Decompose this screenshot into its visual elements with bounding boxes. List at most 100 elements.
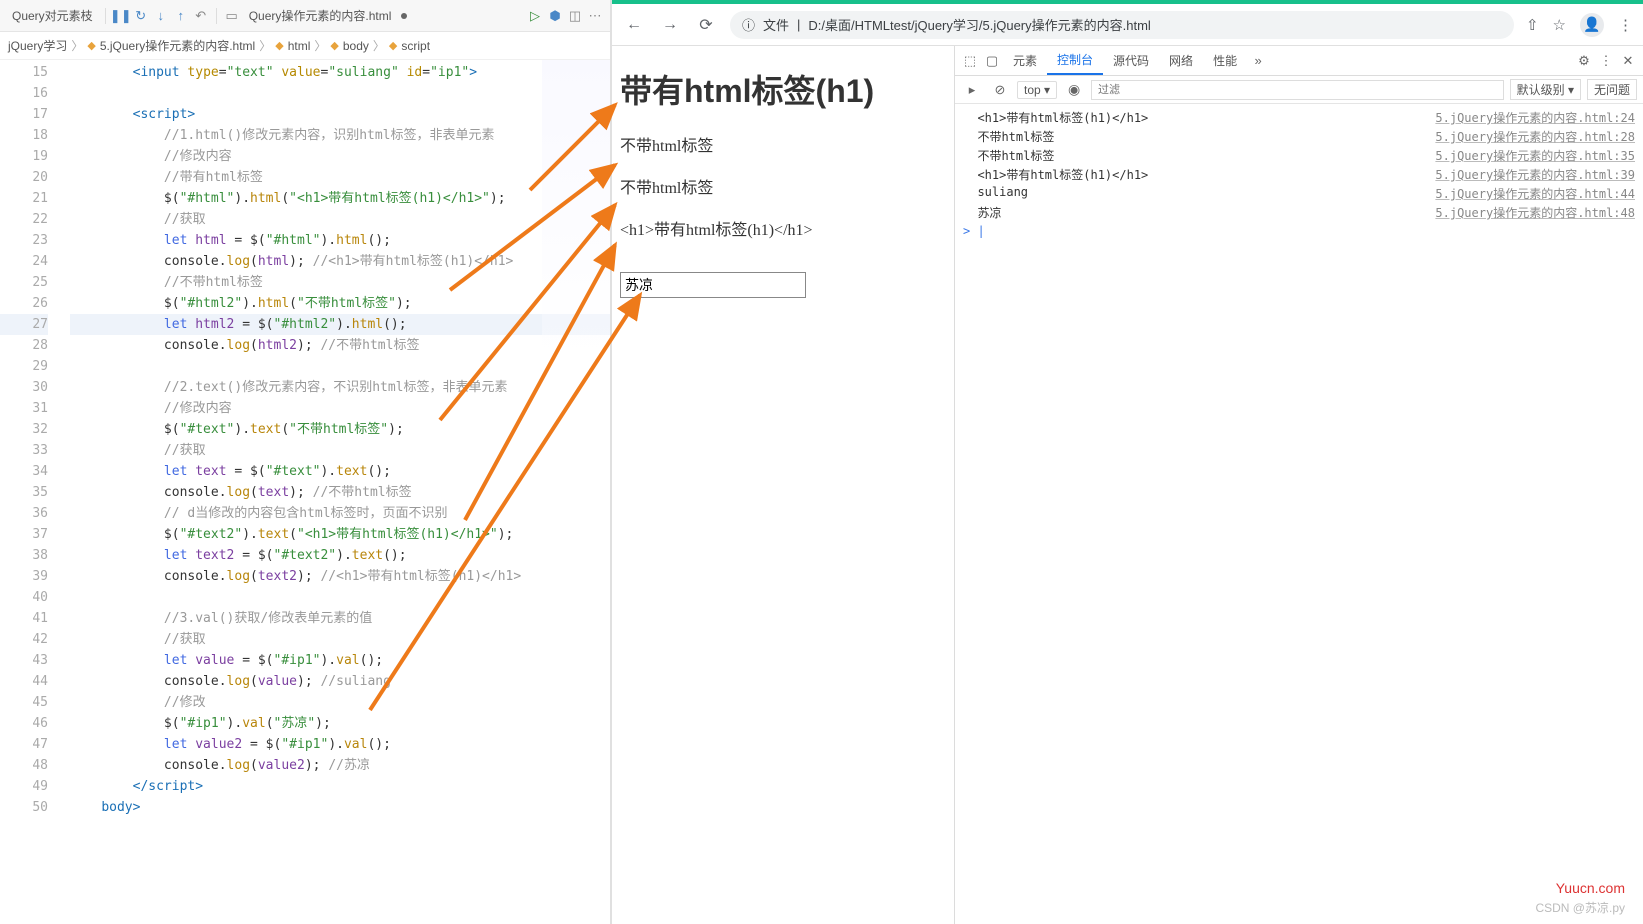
minimap[interactable]	[542, 60, 610, 360]
editor-toolbar: Query对元素枝 ❚❚ ↻ ↓ ↑ ↶ ▭ Query操作元素的内容.html…	[0, 0, 610, 32]
pause-icon[interactable]: ❚❚	[112, 7, 130, 25]
console-row: 苏凉5.jQuery操作元素的内容.html:48	[955, 203, 1643, 222]
more-tabs-icon[interactable]: »	[1247, 53, 1269, 68]
step-out-icon[interactable]: ↑	[172, 7, 190, 25]
line-gutter: 1516171819202122232425262728293031323334…	[0, 60, 60, 818]
console-row: <h1>带有html标签(h1)</h1>5.jQuery操作元素的内容.htm…	[955, 165, 1643, 184]
breadcrumb-script[interactable]: script	[401, 39, 430, 53]
debug-icon[interactable]: ⬢	[546, 7, 564, 25]
address-bar[interactable]: ⓘ 文件 | D:/桌面/HTMLtest/jQuery学习/5.jQuery操…	[730, 11, 1514, 39]
console-source-link[interactable]: 5.jQuery操作元素的内容.html:24	[1435, 109, 1635, 126]
run-icon[interactable]: ▷	[526, 7, 544, 25]
tab-network[interactable]: 网络	[1159, 46, 1203, 75]
browser-toolbar: ← → ⟳ ⓘ 文件 | D:/桌面/HTMLtest/jQuery学习/5.j…	[612, 0, 1643, 46]
console-msg: suliang	[963, 185, 1435, 199]
info-icon[interactable]: ⓘ	[742, 15, 755, 34]
page-row-3: 不带html标签	[620, 174, 946, 198]
content-row: 带有html标签(h1) 不带html标签 不带html标签 <h1>带有htm…	[612, 46, 1643, 924]
rendered-page: 带有html标签(h1) 不带html标签 不带html标签 <h1>带有htm…	[612, 46, 954, 924]
url-sep: |	[797, 17, 800, 32]
browser-pane: ← → ⟳ ⓘ 文件 | D:/桌面/HTMLtest/jQuery学习/5.j…	[612, 0, 1643, 924]
separator	[216, 8, 217, 24]
split-icon[interactable]: ◫	[566, 7, 584, 25]
device-icon[interactable]: ▢	[981, 53, 1003, 69]
console-source-link[interactable]: 5.jQuery操作元素的内容.html:28	[1435, 128, 1635, 145]
url-scheme: 文件	[763, 15, 789, 34]
page-input[interactable]	[620, 272, 806, 298]
watermark-yuucn: Yuucn.com	[1556, 880, 1625, 896]
editor-tab-2[interactable]: Query操作元素的内容.html	[243, 5, 398, 26]
page-row-4: <h1>带有html标签(h1)</h1>	[620, 216, 946, 240]
bookmark-icon[interactable]: ☆	[1553, 16, 1566, 34]
console-msg: 不带html标签	[963, 147, 1435, 164]
tab-console[interactable]: 控制台	[1047, 46, 1103, 75]
editor-tab-1[interactable]: Query对元素枝	[6, 5, 99, 26]
code-editor[interactable]: 1516171819202122232425262728293031323334…	[0, 60, 610, 924]
html-file-icon: ◆	[87, 39, 95, 52]
console-msg: 苏凉	[963, 204, 1435, 221]
forward-button[interactable]: →	[658, 16, 682, 34]
html-tag-icon: ◆	[275, 39, 283, 52]
chevron-right-icon: 〉	[259, 37, 271, 54]
chevron-right-icon: 〉	[314, 37, 326, 54]
code-content[interactable]: <input type="text" value="suliang" id="i…	[70, 62, 610, 818]
close-icon[interactable]: ✕	[1617, 53, 1639, 69]
console-source-link[interactable]: 5.jQuery操作元素的内容.html:35	[1435, 147, 1635, 164]
tab-elements[interactable]: 元素	[1003, 46, 1047, 75]
console-msg: 不带html标签	[963, 128, 1435, 145]
chevron-right-icon: 〉	[373, 37, 385, 54]
profile-avatar[interactable]: 👤	[1580, 13, 1604, 37]
devtools: ⬚ ▢ 元素 控制台 源代码 网络 性能 » ⚙ ⋮ ✕ ▸ ⊘ top ▾ ◉…	[954, 46, 1643, 924]
breadcrumb-body[interactable]: body	[343, 39, 369, 53]
tab-performance[interactable]: 性能	[1203, 46, 1247, 75]
step-into-icon[interactable]: ↓	[152, 7, 170, 25]
console-source-link[interactable]: 5.jQuery操作元素的内容.html:48	[1435, 204, 1635, 221]
reload-button[interactable]: ⟳	[694, 15, 718, 35]
console-row: <h1>带有html标签(h1)</h1>5.jQuery操作元素的内容.htm…	[955, 108, 1643, 127]
console-output[interactable]: <h1>带有html标签(h1)</h1>5.jQuery操作元素的内容.htm…	[955, 104, 1643, 924]
breadcrumb-html[interactable]: html	[288, 39, 311, 53]
clear-icon[interactable]: ⊘	[989, 82, 1011, 98]
level-select[interactable]: 默认级别 ▾	[1510, 79, 1581, 100]
chevron-right-icon: 〉	[71, 37, 83, 54]
eye-icon[interactable]: ◉	[1063, 81, 1085, 98]
sidebar-icon[interactable]: ▸	[961, 82, 983, 98]
context-select[interactable]: top ▾	[1017, 81, 1057, 99]
filter-input[interactable]	[1091, 80, 1504, 100]
breadcrumb-file[interactable]: 5.jQuery操作元素的内容.html	[100, 37, 255, 54]
modified-dot-icon	[401, 13, 407, 19]
watermark-csdn: CSDN @苏凉.py	[1535, 899, 1625, 916]
console-source-link[interactable]: 5.jQuery操作元素的内容.html:39	[1435, 166, 1635, 183]
undo-icon[interactable]: ↶	[192, 7, 210, 25]
share-icon[interactable]: ⇧	[1526, 16, 1539, 34]
more-icon[interactable]: ⋯	[586, 7, 604, 25]
back-button[interactable]: ←	[622, 16, 646, 34]
settings-icon[interactable]: ⚙	[1573, 53, 1595, 69]
console-toolbar: ▸ ⊘ top ▾ ◉ 默认级别 ▾ 无问题	[955, 76, 1643, 104]
kebab-icon[interactable]: ⋮	[1595, 53, 1617, 69]
console-row: 不带html标签5.jQuery操作元素的内容.html:28	[955, 127, 1643, 146]
breadcrumb: jQuery学习 〉 ◆ 5.jQuery操作元素的内容.html 〉 ◆ ht…	[0, 32, 610, 60]
breadcrumb-folder[interactable]: jQuery学习	[8, 37, 67, 54]
console-prompt[interactable]: > |	[955, 222, 1643, 240]
devtools-tabs: ⬚ ▢ 元素 控制台 源代码 网络 性能 » ⚙ ⋮ ✕	[955, 46, 1643, 76]
no-issues: 无问题	[1587, 79, 1637, 100]
page-row-2: 不带html标签	[620, 132, 946, 156]
console-msg: <h1>带有html标签(h1)</h1>	[963, 109, 1435, 126]
page-icon: ▭	[223, 7, 241, 25]
page-h1: 带有html标签(h1)	[620, 66, 946, 112]
editor-pane: Query对元素枝 ❚❚ ↻ ↓ ↑ ↶ ▭ Query操作元素的内容.html…	[0, 0, 612, 924]
console-source-link[interactable]: 5.jQuery操作元素的内容.html:44	[1435, 185, 1635, 202]
inspect-icon[interactable]: ⬚	[959, 53, 981, 69]
console-msg: <h1>带有html标签(h1)</h1>	[963, 166, 1435, 183]
script-tag-icon: ◆	[389, 39, 397, 52]
console-row: suliang5.jQuery操作元素的内容.html:44	[955, 184, 1643, 203]
chrome-icons: ⇧ ☆ 👤 ⋮	[1526, 13, 1633, 37]
refresh-icon[interactable]: ↻	[132, 7, 150, 25]
url-path: D:/桌面/HTMLtest/jQuery学习/5.jQuery操作元素的内容.…	[808, 15, 1150, 34]
console-row: 不带html标签5.jQuery操作元素的内容.html:35	[955, 146, 1643, 165]
html-tag-icon: ◆	[330, 39, 338, 52]
tab-sources[interactable]: 源代码	[1103, 46, 1159, 75]
separator	[105, 8, 106, 24]
menu-icon[interactable]: ⋮	[1618, 16, 1633, 34]
